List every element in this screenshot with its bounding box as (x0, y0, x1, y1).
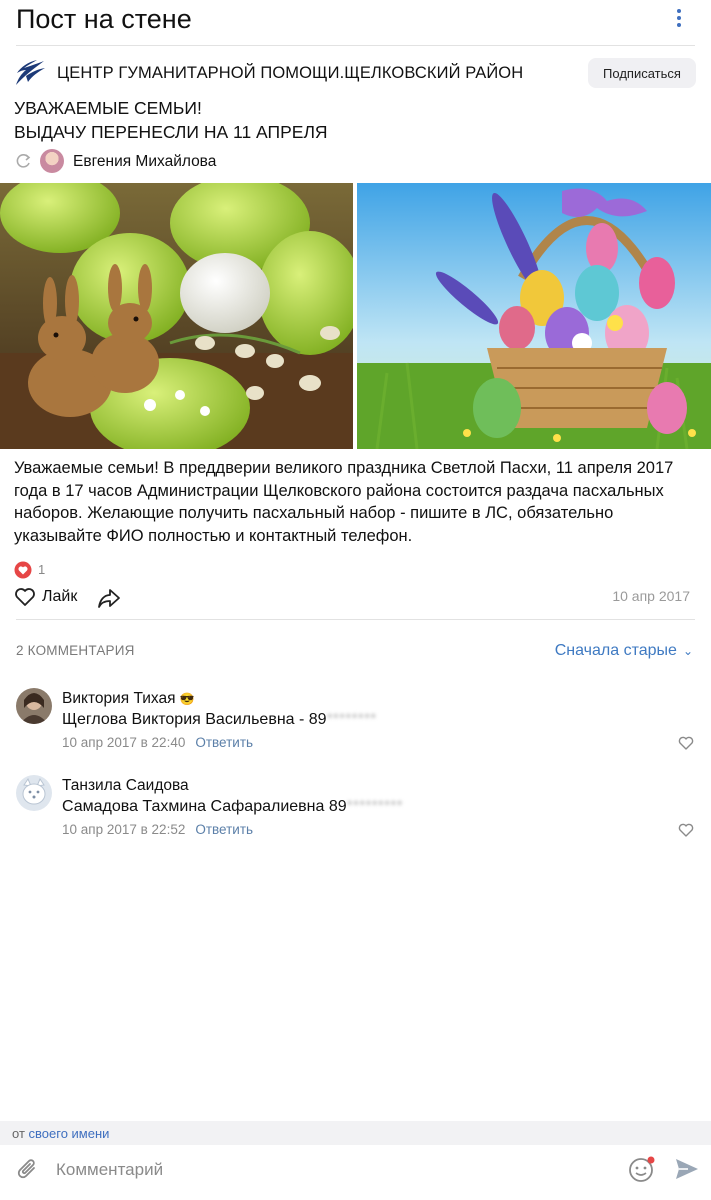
post-photos (0, 183, 711, 449)
reaction-count: 1 (38, 562, 46, 577)
emoji-smile-icon[interactable] (628, 1155, 656, 1183)
paperclip-icon[interactable] (16, 1157, 40, 1183)
comment-author[interactable]: Танзила Саидова (62, 777, 189, 795)
comment-author-name: Виктория Тихая (62, 690, 176, 707)
comment-author[interactable]: Виктория Тихая 😎 (62, 690, 195, 708)
from-identity-link[interactable]: своего имени (29, 1126, 110, 1141)
comment-date: 10 апр 2017 в 22:40 (62, 735, 186, 750)
post-text-highlighted: . Желающие получить пасхальный набор - п… (78, 504, 508, 522)
subscribe-button[interactable]: Подписаться (588, 58, 696, 88)
comment-text: Самадова Тахмина Сафаралиевна 89********… (62, 798, 403, 816)
heart-reaction-icon (14, 561, 32, 579)
comment-text-redacted: ********* (346, 798, 403, 815)
comment-text-highlighted: Самадова Тахмина Сафаралиевна (62, 798, 325, 815)
group-name[interactable]: ЦЕНТР ГУМАНИТАРНОЙ ПОМОЩИ.ЩЕЛКОВСКИЙ РАЙ… (57, 64, 523, 83)
comment-text-visible: Щеглова Виктория Васильевна - 89 (62, 711, 327, 728)
from-prefix: от (12, 1126, 25, 1141)
sunglasses-emoji-icon: 😎 (179, 692, 195, 706)
headline-line-1: УВАЖАЕМЫЕ СЕМЬИ! (14, 98, 202, 118)
post-headline: УВАЖАЕМЫЕ СЕМЬИ! ВЫДАЧУ ПЕРЕНЕСЛИ НА 11 … (14, 96, 328, 144)
comment-text-tail: 89 (324, 798, 347, 815)
comment-item: Виктория Тихая 😎 Щеглова Виктория Василь… (16, 688, 696, 758)
comment-item: Танзила Саидова Самадова Тахмина Сафарал… (16, 775, 696, 845)
heart-outline-icon[interactable] (678, 823, 694, 837)
divider (16, 45, 695, 46)
avatar[interactable] (16, 688, 52, 724)
post-actions: Лайк 10 апр 2017 (14, 586, 704, 610)
chevron-down-icon: ⌄ (682, 644, 693, 658)
reply-button[interactable]: Ответить (195, 822, 253, 837)
avatar[interactable] (16, 775, 52, 811)
post-text: Уважаемые семьи! В преддверии великого п… (14, 457, 704, 547)
comment-text-redacted: ******** (326, 711, 377, 728)
post-date: 10 апр 2017 (604, 586, 698, 606)
share-icon[interactable] (97, 587, 121, 609)
group-header: ЦЕНТР ГУМАНИТАРНОЙ ПОМОЩИ.ЩЕЛКОВСКИЙ РАЙ… (14, 56, 696, 90)
comment-compose-bar (0, 1145, 711, 1200)
photo-easter-basket[interactable] (357, 183, 711, 449)
repost-author-name[interactable]: Евгения Михайлова (73, 153, 216, 171)
more-vertical-icon[interactable] (664, 4, 694, 32)
comments-count: 2 КОММЕНТАРИЯ (16, 643, 135, 658)
top-bar: Пост на стене (0, 0, 711, 40)
sort-comments-button[interactable]: Сначала старые ⌄ (555, 642, 693, 660)
reply-button[interactable]: Ответить (195, 735, 253, 750)
divider (16, 619, 695, 620)
comment-date: 10 апр 2017 в 22:52 (62, 822, 186, 837)
comment-text: Щеглова Виктория Васильевна - 89******** (62, 711, 376, 729)
headline-line-2: ВЫДАЧУ ПЕРЕНЕСЛИ НА 11 АПРЕЛЯ (14, 122, 328, 142)
comment-input[interactable] (56, 1157, 596, 1183)
comment-author-selector[interactable]: от своего имени (0, 1121, 711, 1145)
heart-outline-icon[interactable] (14, 587, 36, 607)
like-button[interactable]: Лайк (42, 588, 77, 606)
heart-outline-icon[interactable] (678, 736, 694, 750)
page-title: Пост на стене (16, 4, 192, 34)
swallow-logo-icon[interactable] (14, 58, 46, 88)
avatar[interactable] (40, 149, 64, 173)
repost-icon (16, 154, 31, 168)
send-icon[interactable] (674, 1157, 700, 1181)
comment-meta: 10 апр 2017 в 22:40 Ответить (62, 735, 253, 750)
sort-label: Сначала старые (554, 642, 677, 659)
repost-source[interactable]: Евгения Михайлова (16, 149, 416, 175)
photo-easter-bunnies[interactable] (0, 183, 353, 449)
comment-meta: 10 апр 2017 в 22:52 Ответить (62, 822, 253, 837)
